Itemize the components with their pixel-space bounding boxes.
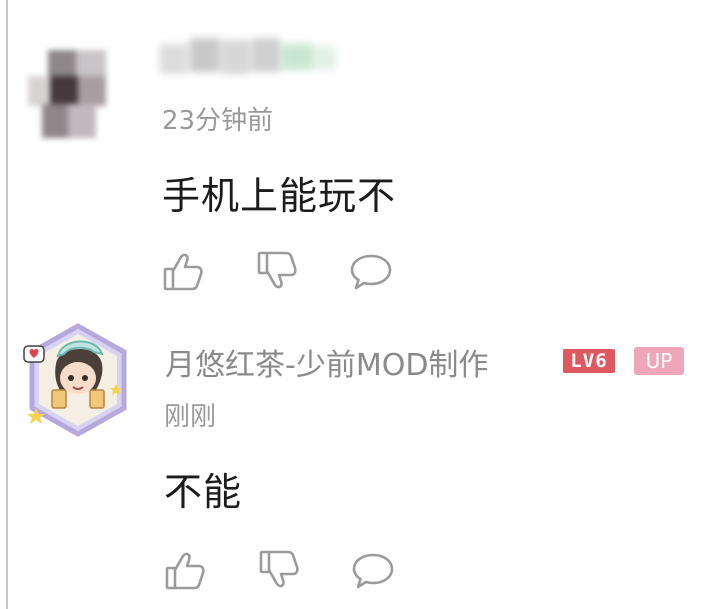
username[interactable]: 月悠红茶-少前MOD制作 <box>165 340 488 384</box>
avatar[interactable] <box>18 320 138 440</box>
comment-bubble-icon <box>352 553 394 589</box>
comment-actions <box>160 248 394 294</box>
thumbs-up-icon <box>163 253 203 291</box>
thumbs-down-icon <box>259 550 299 588</box>
reply-button[interactable] <box>348 248 394 294</box>
avatar-frame-icon <box>23 323 127 437</box>
comment-item: 23分钟前 手机上能玩不 <box>0 0 714 300</box>
like-button[interactable] <box>162 547 208 593</box>
comment-bubble-icon <box>350 254 392 290</box>
comment-actions <box>162 547 396 593</box>
dislike-button[interactable] <box>254 248 300 294</box>
reply-button[interactable] <box>350 547 396 593</box>
level-badge: LV6 <box>563 349 615 373</box>
up-badge: UP <box>634 347 684 375</box>
thumbs-up-icon <box>165 552 205 590</box>
dislike-button[interactable] <box>256 547 302 593</box>
comment-timestamp: 刚刚 <box>164 402 217 432</box>
comment-item: 月悠红茶-少前MOD制作 LV6 UP 刚刚 不能 <box>0 300 714 609</box>
comment-timestamp: 23分钟前 <box>162 106 274 136</box>
comment-text: 手机上能玩不 <box>162 174 397 218</box>
thumbs-down-icon <box>257 251 297 289</box>
comment-text: 不能 <box>164 470 243 514</box>
avatar[interactable] <box>28 50 108 140</box>
like-button[interactable] <box>160 248 206 294</box>
username-obscured[interactable] <box>160 30 340 82</box>
